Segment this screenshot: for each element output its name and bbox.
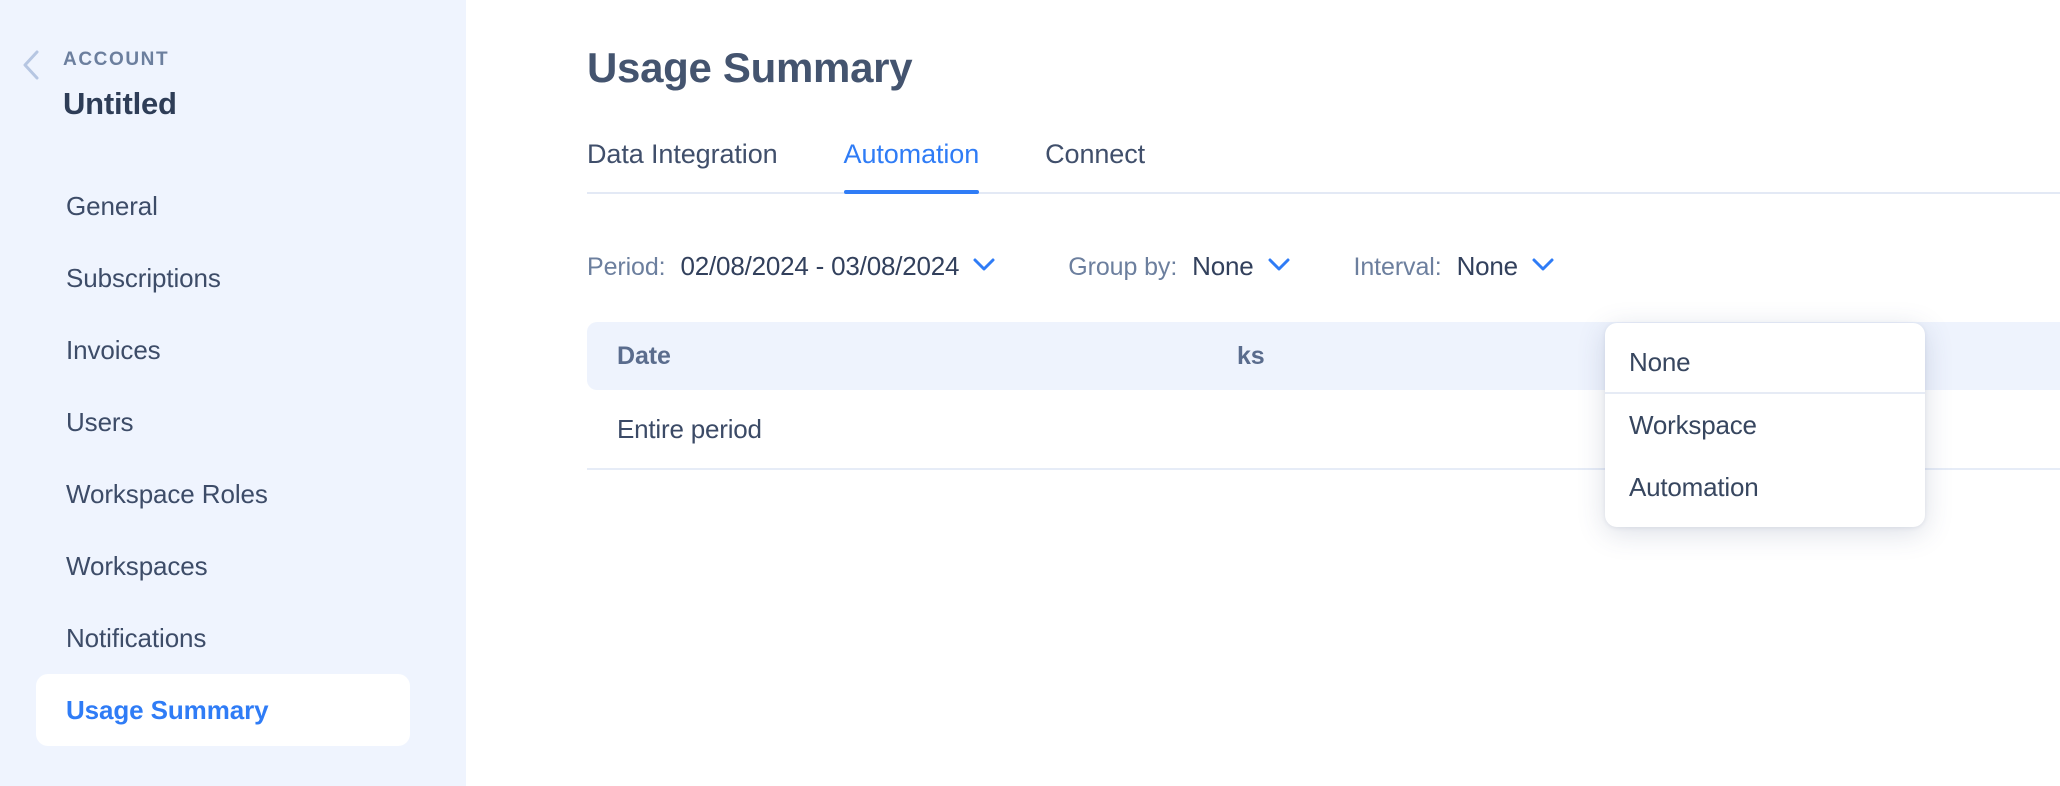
chevron-down-icon	[1267, 257, 1291, 272]
sidebar-item-label: Subscriptions	[66, 262, 221, 293]
dropdown-option-label: Automation	[1629, 471, 1759, 502]
main-content: Usage Summary Data Integration Automatio…	[466, 0, 2060, 786]
period-value: 02/08/2024 - 03/08/2024	[680, 250, 960, 281]
tab-bar: Data Integration Automation Connect	[587, 139, 2060, 194]
group-by-filter[interactable]: Group by: None	[1068, 251, 1290, 282]
group-by-value: None	[1192, 250, 1254, 281]
sidebar: ACCOUNT Untitled General Subscriptions I…	[0, 0, 466, 786]
period-filter[interactable]: Period: 02/08/2024 - 03/08/2024	[587, 251, 996, 282]
period-label: Period:	[587, 252, 666, 281]
sidebar-item-label: Notifications	[66, 622, 207, 653]
sidebar-item-general[interactable]: General	[0, 170, 410, 242]
group-by-label: Group by:	[1068, 252, 1178, 281]
sidebar-item-label: Workspace Roles	[66, 478, 268, 509]
dropdown-option-automation[interactable]: Automation	[1605, 456, 1925, 518]
tab-label: Automation	[843, 139, 980, 169]
interval-label: Interval:	[1353, 252, 1442, 281]
sidebar-header-text: ACCOUNT Untitled	[48, 44, 177, 119]
sidebar-item-subscriptions[interactable]: Subscriptions	[0, 242, 410, 314]
page-title: Usage Summary	[587, 44, 913, 91]
back-button[interactable]	[14, 48, 48, 82]
tab-automation[interactable]: Automation	[843, 139, 980, 194]
sidebar-item-label: Invoices	[66, 334, 161, 365]
tab-connect[interactable]: Connect	[1045, 139, 1145, 192]
sidebar-header: ACCOUNT Untitled	[0, 44, 466, 119]
sidebar-item-notifications[interactable]: Notifications	[0, 602, 410, 674]
dropdown-option-none[interactable]: None	[1605, 332, 1925, 394]
account-title: Untitled	[63, 86, 177, 121]
cell-date: Entire period	[617, 413, 762, 444]
tab-label: Connect	[1045, 139, 1145, 169]
sidebar-item-label: Workspaces	[66, 550, 208, 581]
sidebar-eyebrow: ACCOUNT	[63, 49, 170, 70]
chevron-left-icon	[18, 48, 44, 82]
chevron-down-icon	[1531, 257, 1555, 272]
interval-value: None	[1456, 250, 1519, 281]
sidebar-item-workspaces[interactable]: Workspaces	[0, 530, 410, 602]
sidebar-item-label: Usage Summary	[66, 694, 269, 725]
sidebar-item-workspace-roles[interactable]: Workspace Roles	[0, 458, 410, 530]
sidebar-nav: General Subscriptions Invoices Users Wor…	[0, 170, 466, 746]
sidebar-item-usage-summary[interactable]: Usage Summary	[36, 674, 410, 746]
sidebar-item-invoices[interactable]: Invoices	[0, 314, 410, 386]
interval-filter[interactable]: Interval: None	[1354, 251, 1555, 282]
tab-label: Data Integration	[587, 139, 778, 169]
app-root: ACCOUNT Untitled General Subscriptions I…	[0, 0, 2060, 786]
filter-bar: Period: 02/08/2024 - 03/08/2024 Group by…	[587, 246, 2060, 286]
dropdown-option-workspace[interactable]: Workspace	[1605, 394, 1925, 456]
sidebar-item-label: Users	[66, 406, 134, 437]
sidebar-item-label: General	[66, 190, 158, 221]
dropdown-option-label: Workspace	[1629, 409, 1757, 440]
sidebar-item-users[interactable]: Users	[0, 386, 410, 458]
dropdown-option-label: None	[1629, 346, 1691, 377]
tab-data-integration[interactable]: Data Integration	[587, 139, 778, 192]
column-header-date[interactable]: Date	[587, 342, 1207, 371]
column-header-tasks[interactable]: ks	[1207, 342, 1265, 371]
chevron-down-icon	[972, 257, 996, 272]
group-by-dropdown-menu: None Workspace Automation	[1605, 323, 1925, 527]
